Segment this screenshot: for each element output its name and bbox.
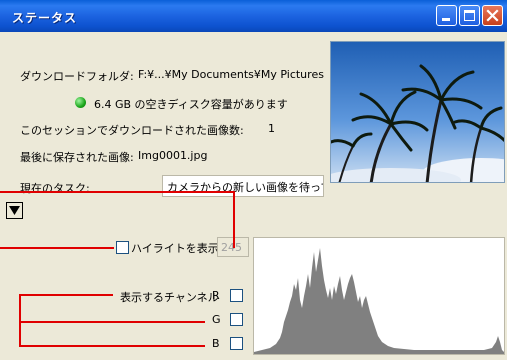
callout-lines bbox=[0, 191, 235, 347]
status-window: ステータス ダウンロードフォルダ: F:¥...¥My Documents¥My… bbox=[0, 0, 507, 360]
